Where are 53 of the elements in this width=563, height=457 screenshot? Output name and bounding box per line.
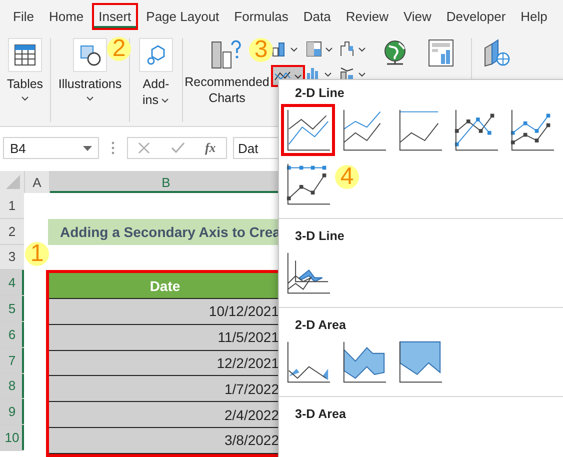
- menu-tab[interactable]: Insert: [92, 2, 138, 30]
- chart-thumbnail-icon: [398, 340, 442, 384]
- section-title: 3-D Line: [294, 229, 346, 245]
- chart-thumbnail-icon: [342, 340, 386, 384]
- table-icon[interactable]: [8, 38, 42, 72]
- chart-thumbnail-icon: [286, 108, 330, 152]
- chart-thumbnail-icon: [286, 162, 330, 206]
- chart-thumbnail-icon: [510, 108, 554, 152]
- menu-tab[interactable]: Home: [42, 2, 91, 30]
- row-header[interactable]: 5: [0, 296, 24, 322]
- row-header[interactable]: 6: [0, 322, 24, 348]
- caret-icon[interactable]: [86, 96, 94, 101]
- recommended-charts-label: Recommended: [184, 74, 270, 90]
- menu-tab[interactable]: Review: [338, 2, 396, 30]
- menu-tab[interactable]: Data: [296, 2, 338, 30]
- chart-thumbnail-icon: [398, 108, 442, 152]
- chart-thumbnail-icon: [286, 340, 330, 384]
- shapes-icon[interactable]: [73, 38, 107, 72]
- menu-tab[interactable]: File: [6, 2, 41, 30]
- tables-label: Tables: [6, 76, 44, 92]
- add-ins-label: ins: [142, 92, 158, 108]
- grip-icon: [111, 141, 115, 155]
- menu-tab[interactable]: Page Layout: [139, 2, 226, 30]
- menu-tab[interactable]: Developer: [439, 2, 513, 30]
- chart-thumbnail-icon: [342, 108, 386, 152]
- recommended-charts-icon[interactable]: [210, 38, 244, 70]
- illustrations-label: Illustrations: [58, 76, 122, 92]
- row-header[interactable]: 9: [0, 399, 24, 426]
- caret-icon[interactable]: [161, 98, 170, 102]
- row-header[interactable]: 1: [0, 193, 24, 219]
- chart-type-option[interactable]: [281, 104, 335, 156]
- row-header[interactable]: 8: [0, 374, 24, 400]
- row-header[interactable]: 4: [0, 270, 24, 296]
- chart-thumbnail-icon: [454, 108, 498, 152]
- recommended-charts-label: Charts: [208, 90, 246, 106]
- row-header[interactable]: 2: [0, 218, 24, 245]
- name-box[interactable]: B4: [3, 137, 99, 159]
- insert-function-button[interactable]: fx: [204, 140, 216, 156]
- menu-tab[interactable]: View: [396, 2, 438, 30]
- caret-icon[interactable]: [21, 96, 29, 101]
- add-ins-label: Add-: [142, 76, 170, 92]
- row-header[interactable]: 10: [0, 425, 24, 451]
- chart-thumbnail-icon: [286, 251, 330, 295]
- menu-tab[interactable]: Help: [514, 2, 554, 30]
- check-icon[interactable]: [170, 142, 185, 154]
- 3d-map-icon[interactable]: [482, 38, 512, 68]
- menu-tab[interactable]: Formulas: [227, 2, 296, 30]
- section-title: 3-D Area: [294, 407, 347, 423]
- section-title: 2-D Line: [294, 86, 346, 102]
- step-number: 1: [25, 242, 49, 266]
- hierarchy-chart-icon[interactable]: [305, 40, 335, 58]
- row-header[interactable]: 7: [0, 348, 24, 374]
- row-header[interactable]: 3: [0, 244, 24, 270]
